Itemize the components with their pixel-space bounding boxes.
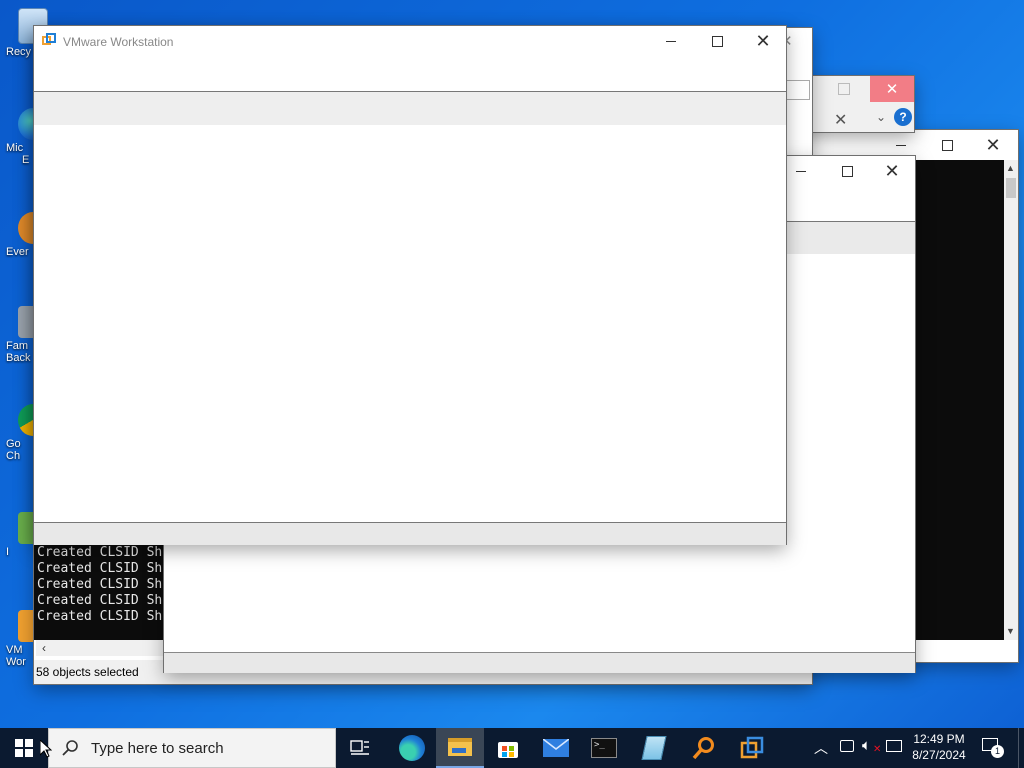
console-line: Created CLSID Sh	[37, 609, 163, 624]
taskbar-vmware[interactable]	[728, 728, 776, 768]
minimize-button[interactable]	[648, 26, 694, 56]
maximize-button[interactable]	[824, 156, 870, 186]
store-icon	[498, 742, 518, 758]
scroll-up-arrow[interactable]: ▲	[1006, 163, 1015, 173]
notification-center-button[interactable]: 1	[982, 738, 1004, 758]
taskbar-search[interactable]: Type here to search	[48, 728, 336, 768]
maximize-button[interactable]	[924, 130, 970, 160]
console-line: Created CLSID Sh	[37, 545, 163, 560]
vmware-icon	[740, 736, 764, 759]
window-title: VMware Workstation	[63, 35, 174, 49]
network-icon[interactable]	[886, 740, 902, 752]
search-icon	[62, 740, 78, 756]
search-placeholder: Type here to search	[91, 739, 224, 757]
dialog-max-button[interactable]	[838, 83, 850, 95]
dialog-close-button[interactable]: ✕	[870, 76, 914, 102]
console-line: Created CLSID Sh	[37, 577, 163, 592]
taskbar-search-tool[interactable]	[680, 728, 728, 768]
content-area	[34, 125, 786, 522]
taskbar-edge[interactable]	[388, 728, 436, 768]
taskbar-store[interactable]	[484, 728, 532, 768]
show-hidden-icons-button[interactable]: ︿	[814, 738, 828, 758]
console-area	[914, 160, 1018, 640]
show-desktop-button[interactable]	[1018, 728, 1024, 768]
scroll-left-arrow[interactable]: ‹	[42, 641, 46, 655]
file-explorer-icon	[448, 738, 472, 756]
mail-icon	[543, 739, 569, 757]
taskbar: Type here to search >_ ︿ 🔈︎ ✕ 12:49 PM 8…	[0, 728, 1024, 768]
clock-date: 8/27/2024	[912, 748, 966, 762]
console-output: Created CLSID Sh Created CLSID Sh Create…	[34, 544, 164, 640]
vmware-app-icon	[42, 33, 56, 47]
menu-toolbar-area	[34, 56, 786, 92]
terminal-icon: >_	[591, 738, 617, 758]
dialog-cancel-icon[interactable]: ✕	[834, 110, 847, 130]
maximize-button[interactable]	[694, 26, 740, 56]
help-icon[interactable]: ?	[894, 108, 912, 126]
clock-time: 12:49 PM	[913, 732, 965, 746]
notification-badge: 1	[991, 745, 1004, 758]
console-line: Created CLSID Sh	[37, 561, 163, 576]
close-button[interactable]: ✕	[740, 26, 786, 56]
taskbar-terminal[interactable]: >_	[580, 728, 628, 768]
taskbar-file-explorer[interactable]	[436, 728, 484, 768]
scroll-thumb[interactable]	[1006, 178, 1016, 198]
edge-icon	[399, 735, 425, 761]
taskbar-notepad[interactable]	[630, 728, 678, 768]
vmware-workstation-window[interactable]: VMware Workstation ✕	[34, 26, 786, 545]
dialog-chevron-down-icon[interactable]: ⌄	[876, 110, 886, 124]
meet-now-icon[interactable]	[840, 740, 854, 752]
status-bar	[34, 522, 786, 545]
notepad-icon	[641, 736, 667, 760]
console-line: Created CLSID Sh	[37, 593, 163, 608]
tab-strip	[34, 92, 786, 125]
chevron-up-icon: ︿	[814, 740, 828, 756]
windows-logo-icon	[15, 739, 33, 757]
status-text: 58 objects selected	[36, 665, 139, 679]
clock[interactable]: 12:49 PM 8/27/2024	[904, 731, 974, 763]
explorer-hscroll[interactable]: ‹	[36, 640, 166, 656]
bottom-bar	[164, 652, 915, 673]
task-view-icon	[350, 740, 369, 755]
taskbar-mail[interactable]	[532, 728, 580, 768]
close-button[interactable]: ✕	[869, 156, 915, 186]
vertical-scrollbar[interactable]: ▲ ▼	[1004, 160, 1018, 640]
close-button[interactable]: ✕	[970, 130, 1016, 160]
explorer-address-bar[interactable]	[786, 80, 810, 100]
search-tool-icon	[692, 737, 714, 760]
mouse-cursor-icon	[40, 740, 52, 758]
volume-muted-icon[interactable]: 🔈︎ ✕	[862, 737, 881, 755]
title-bar[interactable]: VMware Workstation ✕	[34, 26, 786, 56]
scroll-down-arrow[interactable]: ▼	[1006, 626, 1015, 636]
task-view-button[interactable]	[336, 728, 384, 768]
